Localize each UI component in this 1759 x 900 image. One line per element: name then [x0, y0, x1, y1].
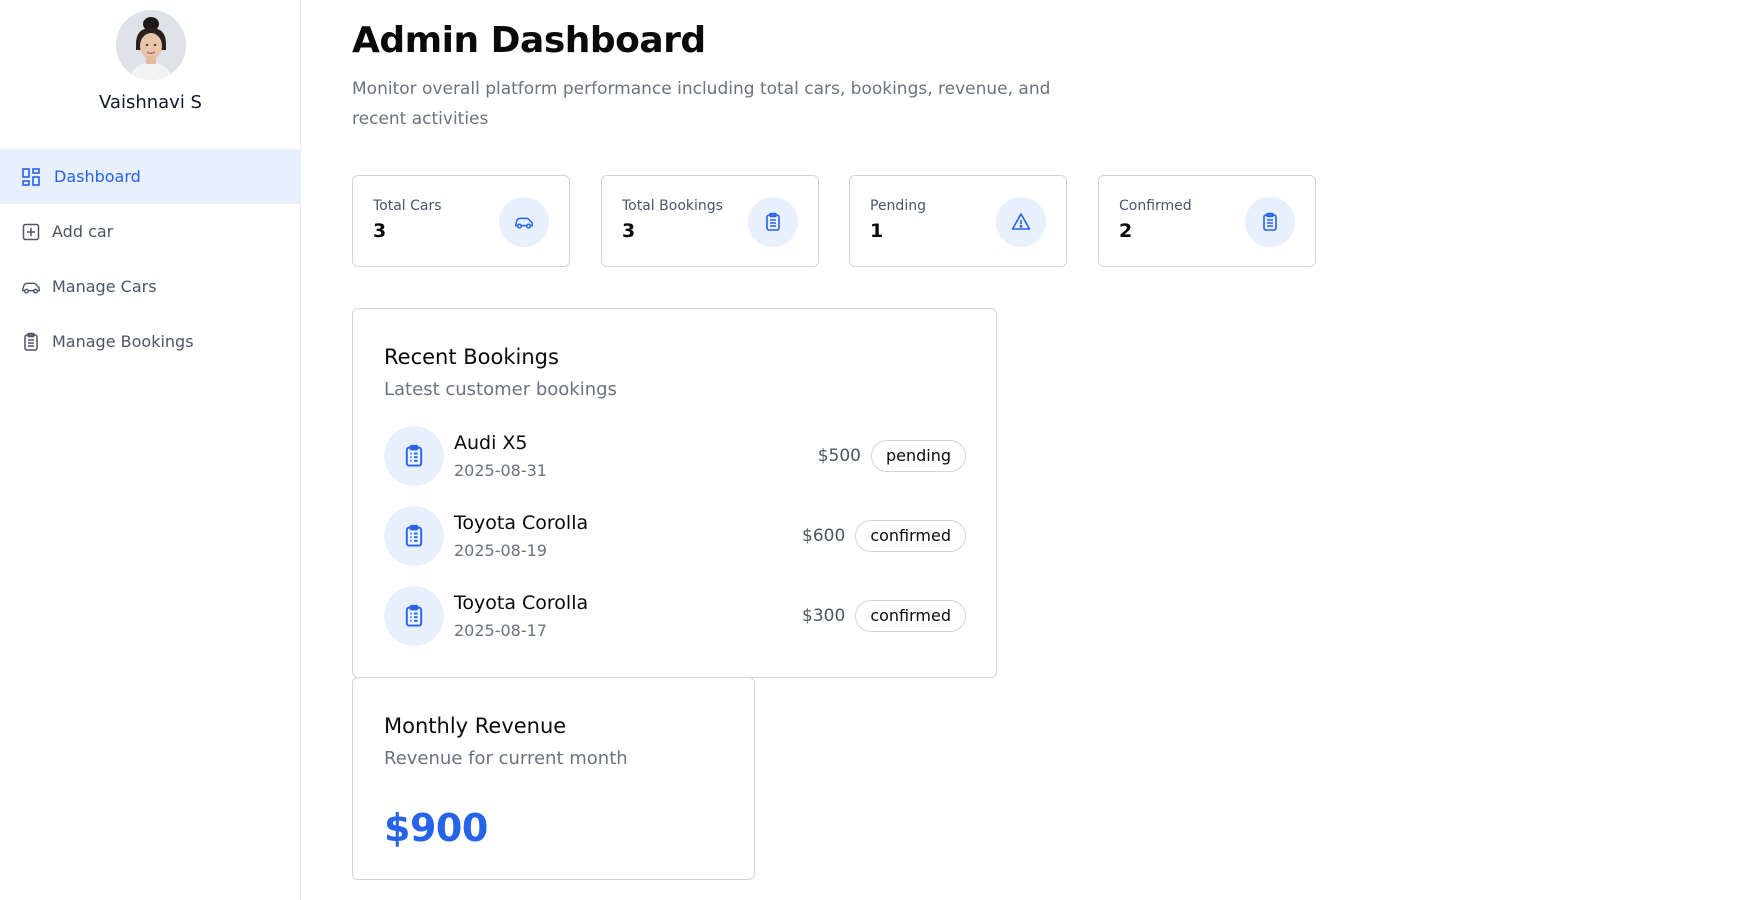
- page-subtitle: Monitor overall platform performance inc…: [352, 79, 1051, 129]
- stat-value: 3: [373, 220, 387, 242]
- stat-label: Confirmed: [1119, 198, 1192, 214]
- stat-label: Total Bookings: [622, 198, 723, 214]
- booking-row[interactable]: Toyota Corolla 2025-08-17 $300 confirmed: [384, 586, 966, 648]
- monthly-revenue-card: Monthly Revenue Revenue for current mont…: [352, 677, 755, 880]
- booking-row[interactable]: Audi X5 2025-08-31 $500 pending: [384, 426, 966, 488]
- recent-bookings-card: Recent Bookings Latest customer bookings…: [352, 308, 997, 678]
- booking-price: $300: [802, 606, 846, 626]
- stat-card-confirmed: Confirmed 2: [1098, 175, 1316, 267]
- clipboard-icon: [384, 506, 444, 566]
- sidebar-item-label: Dashboard: [54, 167, 141, 186]
- stat-value: 3: [622, 220, 636, 242]
- car-icon: [20, 276, 42, 298]
- revenue-value: $900: [384, 806, 488, 850]
- stat-value: 2: [1119, 220, 1133, 242]
- card-title: Recent Bookings: [384, 345, 559, 369]
- sidebar-nav: Dashboard Add car Manage Cars Manage Boo…: [0, 149, 301, 369]
- stat-label: Total Cars: [373, 198, 442, 214]
- clipboard-icon: [384, 586, 444, 646]
- status-badge: pending: [870, 440, 966, 472]
- user-name: Vaishnavi S: [99, 92, 202, 113]
- card-subtitle: Revenue for current month: [384, 748, 628, 769]
- stat-value: 1: [870, 220, 884, 242]
- sidebar-item-label: Add car: [52, 222, 114, 241]
- page-title: Admin Dashboard: [352, 20, 706, 61]
- stat-card-total-cars: Total Cars 3: [352, 175, 570, 267]
- booking-date: 2025-08-17: [454, 621, 547, 640]
- car-icon: [499, 197, 549, 247]
- booking-date: 2025-08-31: [454, 461, 547, 480]
- card-title: Monthly Revenue: [384, 714, 567, 738]
- clipboard-icon: [748, 197, 798, 247]
- booking-row[interactable]: Toyota Corolla 2025-08-19 $600 confirmed: [384, 506, 966, 568]
- booking-date: 2025-08-19: [454, 541, 547, 560]
- avatar[interactable]: [116, 10, 186, 80]
- sidebar-item-dashboard[interactable]: Dashboard: [0, 149, 301, 204]
- stat-label: Pending: [870, 198, 926, 214]
- clipboard-icon: [384, 426, 444, 486]
- clipboard-icon: [20, 331, 42, 353]
- sidebar: Vaishnavi S Dashboard Add car Manage Car…: [0, 0, 301, 900]
- sidebar-item-manage-bookings[interactable]: Manage Bookings: [0, 314, 301, 369]
- sidebar-item-label: Manage Bookings: [52, 332, 194, 351]
- booking-price: $500: [817, 446, 861, 466]
- booking-price: $600: [802, 526, 846, 546]
- booking-car-name: Toyota Corolla: [454, 512, 589, 534]
- sidebar-item-label: Manage Cars: [52, 277, 157, 296]
- card-subtitle: Latest customer bookings: [384, 379, 617, 400]
- booking-car-name: Toyota Corolla: [454, 592, 589, 614]
- add-square-icon: [20, 221, 42, 243]
- status-badge: confirmed: [855, 520, 966, 552]
- dashboard-icon: [20, 166, 42, 188]
- booking-car-name: Audi X5: [454, 432, 528, 454]
- clipboard-icon: [1245, 197, 1295, 247]
- status-badge: confirmed: [855, 600, 966, 632]
- stat-card-total-bookings: Total Bookings 3: [601, 175, 819, 267]
- warning-icon: [996, 197, 1046, 247]
- sidebar-item-manage-cars[interactable]: Manage Cars: [0, 259, 301, 314]
- sidebar-item-add-car[interactable]: Add car: [0, 204, 301, 259]
- stat-card-pending: Pending 1: [849, 175, 1067, 267]
